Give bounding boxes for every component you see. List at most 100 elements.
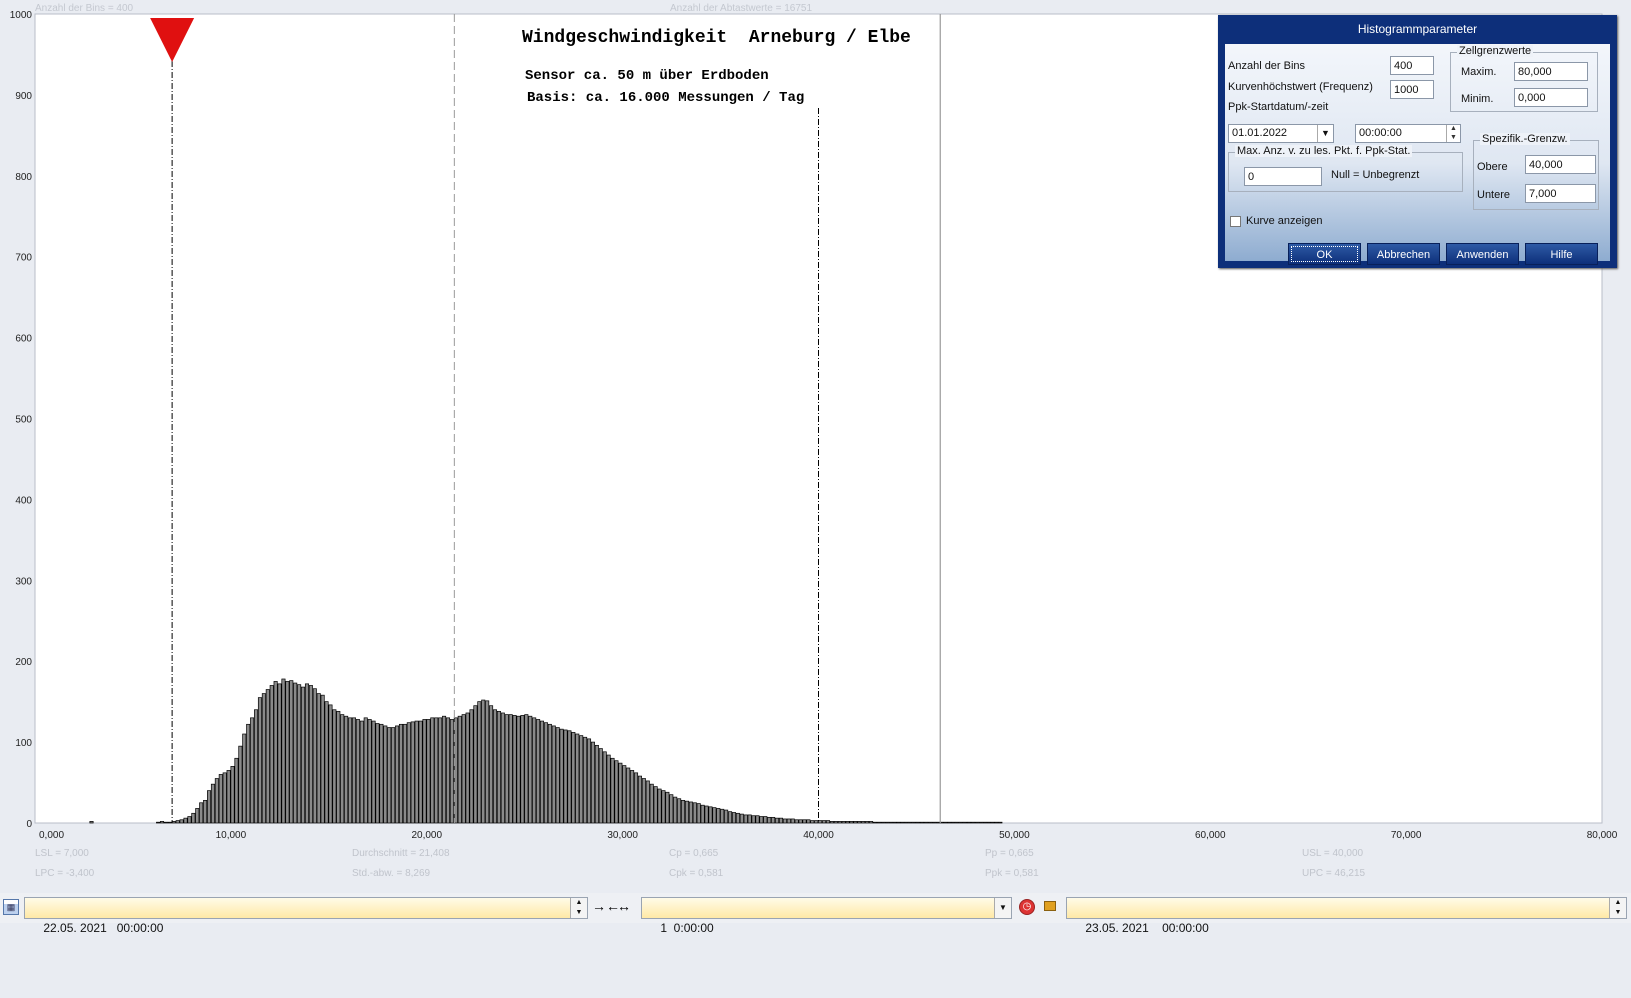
histogram-bar: [222, 772, 227, 824]
start-spin-up-icon[interactable]: ▲: [570, 898, 587, 908]
spin-down-icon[interactable]: ▼: [1446, 133, 1460, 142]
stat-usl: USL = 40,000: [1302, 848, 1364, 859]
stat-mean: Durchschnitt = 21,408: [352, 848, 450, 859]
histogram-bar: [234, 757, 239, 824]
histogram-bar: [359, 720, 364, 824]
histogram-bar: [540, 720, 545, 824]
histogram-bar: [763, 816, 768, 824]
histogram-bar: [755, 815, 760, 824]
histogram-bar: [187, 816, 192, 824]
histogram-bar: [778, 817, 783, 824]
stat-cpk: Cpk = 0,581: [669, 868, 724, 879]
histogram-bar: [551, 725, 556, 824]
end-spin-down-icon[interactable]: ▼: [1609, 908, 1626, 918]
cell-min-input[interactable]: [1514, 88, 1588, 107]
histogram-bar: [590, 741, 595, 824]
x-tick-label: 40,000: [803, 830, 834, 841]
histogram-bar: [927, 821, 932, 824]
histogram-bar: [872, 821, 878, 824]
shrink-range-icon[interactable]: →←: [592, 898, 620, 914]
histogram-bar: [896, 821, 901, 824]
histogram-bar: [806, 819, 811, 824]
histogram-bar: [496, 711, 501, 824]
histogram-bar: [547, 723, 552, 824]
histogram-bar: [579, 735, 584, 824]
histogram-bar: [210, 783, 215, 824]
histogram-bar: [516, 715, 521, 824]
show-curve-checkbox[interactable]: [1230, 216, 1241, 227]
calendar-icon[interactable]: ▦: [3, 899, 19, 915]
end-spin-up-icon[interactable]: ▲: [1609, 898, 1626, 908]
histogram-bar: [379, 723, 384, 824]
histogram-bar: [246, 723, 251, 824]
bins-input[interactable]: [1390, 56, 1434, 75]
ppk-date-select[interactable]: 01.01.2022 ▼: [1228, 124, 1334, 143]
histogram-bar: [884, 821, 889, 824]
histogram-bar: [414, 720, 419, 824]
start-spin-down-icon[interactable]: ▼: [570, 908, 587, 918]
histogram-bar: [681, 799, 686, 824]
start-datetime-field[interactable]: 22.05. 2021 00:00:00 ▲ ▼: [24, 897, 588, 935]
histogram-bar: [442, 715, 447, 824]
histogram-bar: [363, 717, 368, 824]
histogram-bar: [637, 775, 642, 824]
histogram-bar: [261, 693, 266, 824]
histogram-bar: [849, 821, 854, 824]
spec-lower-input[interactable]: [1525, 184, 1596, 203]
bins-label: Anzahl der Bins: [1228, 60, 1306, 72]
expand-range-icon[interactable]: ↔: [617, 898, 631, 914]
histogram-bar: [876, 821, 881, 824]
histogram-bar: [332, 709, 337, 824]
histogram-bar: [281, 678, 286, 824]
histogram-bar: [465, 712, 470, 824]
histogram-bar: [735, 812, 740, 824]
histogram-bar: [696, 803, 701, 824]
ppk-time-input[interactable]: 00:00:00 ▲ ▼: [1355, 124, 1461, 143]
histogram-bar: [739, 813, 744, 824]
spin-up-icon[interactable]: ▲: [1446, 125, 1460, 133]
histogram-bar: [89, 821, 94, 824]
x-tick-label: 30,000: [607, 830, 638, 841]
clock-icon[interactable]: ◷: [1019, 899, 1035, 915]
lock-icon[interactable]: [1044, 901, 1056, 911]
histogram-bar: [297, 684, 302, 824]
histogram-bar: [324, 701, 329, 824]
histogram-bar: [203, 799, 208, 824]
help-button[interactable]: Hilfe: [1525, 243, 1598, 265]
histogram-bar: [716, 808, 721, 824]
histogram-bar: [951, 821, 956, 824]
histogram-bar: [218, 774, 223, 824]
histogram-bar: [904, 821, 909, 824]
interval-chevron-down-icon[interactable]: ▼: [994, 898, 1011, 918]
histogram-bar: [563, 729, 568, 824]
histogram-bar: [160, 821, 165, 824]
interval-select[interactable]: 1 0:00:00 ▼: [641, 897, 1012, 935]
histogram-bar: [254, 709, 259, 824]
histogram-bar: [923, 821, 928, 824]
ok-button[interactable]: OK: [1288, 243, 1361, 265]
histogram-bar: [257, 697, 262, 824]
histogram-bar: [293, 682, 298, 824]
histogram-bar: [543, 722, 548, 824]
histogram-bar: [242, 733, 247, 824]
histogram-bar: [728, 811, 733, 824]
chevron-down-icon[interactable]: ▼: [1317, 125, 1333, 142]
histogram-bar: [469, 709, 474, 824]
histogram-bar: [336, 711, 341, 824]
histogram-bar: [634, 772, 639, 824]
histogram-bar: [833, 821, 838, 824]
cell-max-input[interactable]: [1514, 62, 1588, 81]
spec-upper-input[interactable]: [1525, 155, 1596, 174]
histogram-bar: [688, 801, 693, 824]
histogram-bar: [207, 790, 212, 824]
apply-button[interactable]: Anwenden: [1446, 243, 1519, 265]
stat-upc: UPC = 46,215: [1302, 868, 1366, 879]
histogram-bar: [916, 821, 921, 824]
histogram-bar: [461, 714, 466, 824]
histogram-bar: [156, 821, 161, 824]
curve-max-input[interactable]: [1390, 80, 1434, 99]
end-datetime-field[interactable]: 23.05. 2021 00:00:00 ▲ ▼: [1066, 897, 1627, 935]
y-tick-label: 200: [15, 657, 32, 668]
max-points-input[interactable]: [1244, 167, 1322, 186]
cancel-button[interactable]: Abbrechen: [1367, 243, 1440, 265]
